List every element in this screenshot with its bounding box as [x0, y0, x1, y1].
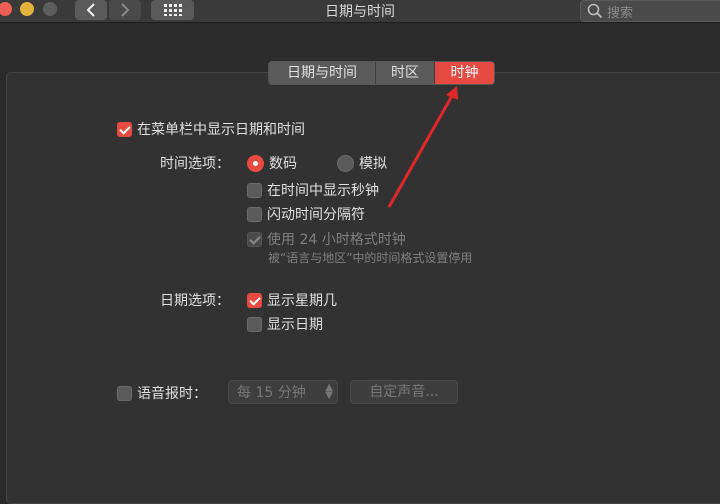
show-date-label: 显示日期	[267, 317, 323, 333]
use-24h-option: 使用 24 小时格式时钟	[247, 229, 406, 249]
toolbar-divider	[0, 22, 720, 23]
tab-time-zone[interactable]: 时区	[376, 62, 435, 84]
digital-option[interactable]: 数码	[247, 153, 297, 173]
date-options-label: 日期选项：	[160, 293, 230, 309]
announce-time-label: 语音报时：	[137, 386, 207, 402]
settings-panel	[6, 72, 720, 504]
digital-radio[interactable]	[247, 154, 264, 172]
use-24h-note: 被“语言与地区”中的时间格式设置停用	[268, 251, 473, 265]
custom-voice-button[interactable]: 自定声音...	[350, 380, 458, 404]
show-in-menubar-option[interactable]: 在菜单栏中显示日期和时间	[117, 119, 305, 139]
time-options-label: 时间选项：	[160, 156, 230, 172]
show-weekday-option[interactable]: 显示星期几	[247, 290, 337, 310]
analog-option[interactable]: 模拟	[337, 153, 387, 173]
show-in-menubar-label: 在菜单栏中显示日期和时间	[137, 122, 305, 138]
announce-time-option[interactable]: 语音报时：	[117, 383, 207, 403]
show-weekday-label: 显示星期几	[267, 293, 337, 309]
show-date-checkbox[interactable]	[247, 316, 262, 332]
digital-label: 数码	[269, 156, 297, 172]
tab-clock[interactable]: 时钟	[435, 62, 494, 84]
tab-bar: 日期与时间 时区 时钟	[268, 61, 495, 85]
show-in-menubar-checkbox[interactable]	[117, 121, 132, 137]
show-seconds-option[interactable]: 在时间中显示秒钟	[247, 180, 379, 200]
title-bar: 日期与时间 搜索	[0, 0, 720, 22]
show-weekday-checkbox[interactable]	[247, 292, 262, 308]
announce-time-checkbox[interactable]	[117, 385, 132, 401]
show-seconds-label: 在时间中显示秒钟	[267, 183, 379, 199]
use-24h-label: 使用 24 小时格式时钟	[267, 232, 406, 248]
flash-separators-label: 闪动时间分隔符	[267, 207, 365, 223]
search-field[interactable]: 搜索	[580, 0, 720, 22]
analog-radio[interactable]	[337, 154, 354, 172]
announce-interval-value: 每 15 分钟	[237, 385, 306, 401]
analog-label: 模拟	[359, 156, 387, 172]
show-date-option[interactable]: 显示日期	[247, 314, 323, 334]
use-24h-checkbox	[247, 231, 262, 247]
flash-separators-checkbox[interactable]	[247, 206, 262, 222]
tab-date-time[interactable]: 日期与时间	[269, 62, 376, 84]
show-seconds-checkbox[interactable]	[247, 182, 262, 198]
flash-separators-option[interactable]: 闪动时间分隔符	[247, 204, 365, 224]
updown-chevron-icon: ▲ ▼	[325, 382, 333, 401]
announce-interval-select[interactable]: 每 15 分钟 ▲ ▼	[228, 380, 338, 404]
search-icon	[587, 3, 603, 19]
search-placeholder: 搜索	[607, 5, 634, 21]
